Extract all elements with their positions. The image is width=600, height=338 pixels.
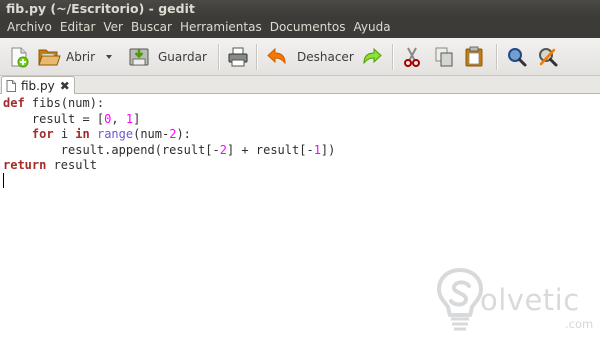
open-button[interactable]: Abrir (37, 45, 95, 69)
number-token: 1 (313, 142, 321, 157)
number-token: 1 (125, 111, 134, 126)
menu-editar[interactable]: Editar (56, 17, 100, 38)
chevron-down-icon (106, 55, 112, 59)
number-token: 2 (219, 142, 227, 157)
new-document-button[interactable] (8, 45, 30, 69)
code-token: ] (133, 111, 141, 126)
keyword-token: in (75, 127, 90, 141)
open-label: Abrir (66, 50, 96, 64)
code-token: ]) (320, 142, 336, 157)
new-document-icon (11, 47, 29, 68)
menu-buscar[interactable]: Buscar (127, 17, 176, 38)
code-token: ): (176, 127, 191, 141)
code-token: (num- (133, 127, 170, 141)
code-token: result = [ (3, 111, 105, 126)
copy-button[interactable] (434, 45, 454, 69)
scissors-icon (404, 47, 420, 67)
code-line: result.append(result[-2] + result[-1]) (3, 142, 336, 159)
code-line: def fibs(num): (3, 96, 335, 112)
search-replace-icon (539, 48, 558, 67)
solvetic-watermark: olvetic .com (430, 262, 600, 338)
toolbar-separator (496, 44, 497, 70)
paste-icon (465, 46, 483, 67)
undo-label: Deshacer (297, 50, 354, 64)
keyword-token: for (31, 127, 54, 141)
save-icon (129, 48, 149, 66)
code-token: fibs(num): (24, 96, 105, 110)
redo-button[interactable] (361, 45, 383, 69)
code-token: ] + result[- (226, 142, 314, 157)
open-recent-dropdown[interactable] (104, 45, 114, 69)
menu-herramientas[interactable]: Herramientas (176, 17, 266, 38)
paste-button[interactable] (464, 45, 484, 69)
text-cursor (3, 173, 4, 188)
undo-button[interactable]: Deshacer (266, 45, 354, 69)
menu-ayuda[interactable]: Ayuda (349, 17, 394, 38)
toolbar-separator (392, 44, 393, 70)
menu-archivo[interactable]: Archivo (3, 17, 56, 38)
tab-fib-py[interactable]: fib.py ✖ (1, 76, 75, 94)
copy-icon (435, 47, 453, 67)
code-lines: def fibs(num): result = [0, 1] for i in … (3, 96, 335, 189)
watermark-tld: .com (565, 317, 594, 331)
cut-button[interactable] (402, 45, 422, 69)
search-button[interactable] (506, 45, 528, 69)
search-replace-button[interactable] (537, 45, 559, 69)
code-line: result = [0, 1] (3, 112, 335, 128)
save-button[interactable]: Guardar (128, 45, 207, 69)
code-line: return result (3, 158, 335, 174)
menu-documentos[interactable]: Documentos (266, 17, 350, 38)
print-button[interactable] (227, 45, 249, 69)
code-token: result.append(result[- (3, 142, 220, 157)
code-editor[interactable]: def fibs(num): result = [0, 1] for i in … (0, 94, 600, 331)
window-title: fib.py (~/Escritorio) - gedit (0, 0, 600, 17)
keyword-token: def (3, 96, 25, 110)
menu-bar: Archivo Editar Ver Buscar Herramientas D… (0, 17, 600, 38)
code-token: , (111, 111, 126, 126)
watermark-brand: olvetic (480, 283, 580, 317)
undo-icon (267, 47, 286, 65)
save-label: Guardar (158, 50, 207, 64)
document-tabs: fib.py ✖ (0, 76, 600, 94)
printer-icon (228, 47, 248, 67)
folder-open-icon (38, 49, 61, 66)
code-token: result (46, 158, 97, 172)
close-tab-icon[interactable]: ✖ (60, 80, 70, 92)
menu-ver[interactable]: Ver (99, 17, 127, 38)
search-icon (508, 48, 527, 67)
code-line: ​ (3, 174, 335, 190)
builtin-token: range (96, 127, 134, 141)
toolbar-separator (218, 44, 219, 70)
tab-label: fib.py (21, 78, 55, 93)
document-icon (6, 79, 16, 92)
redo-icon (363, 47, 382, 65)
toolbar: Abrir Guardar Deshacer (0, 38, 600, 76)
keyword-token: return (3, 158, 47, 172)
code-line: for i in range(num-2): (3, 127, 335, 143)
toolbar-separator (256, 44, 257, 70)
code-token: i (53, 127, 76, 141)
